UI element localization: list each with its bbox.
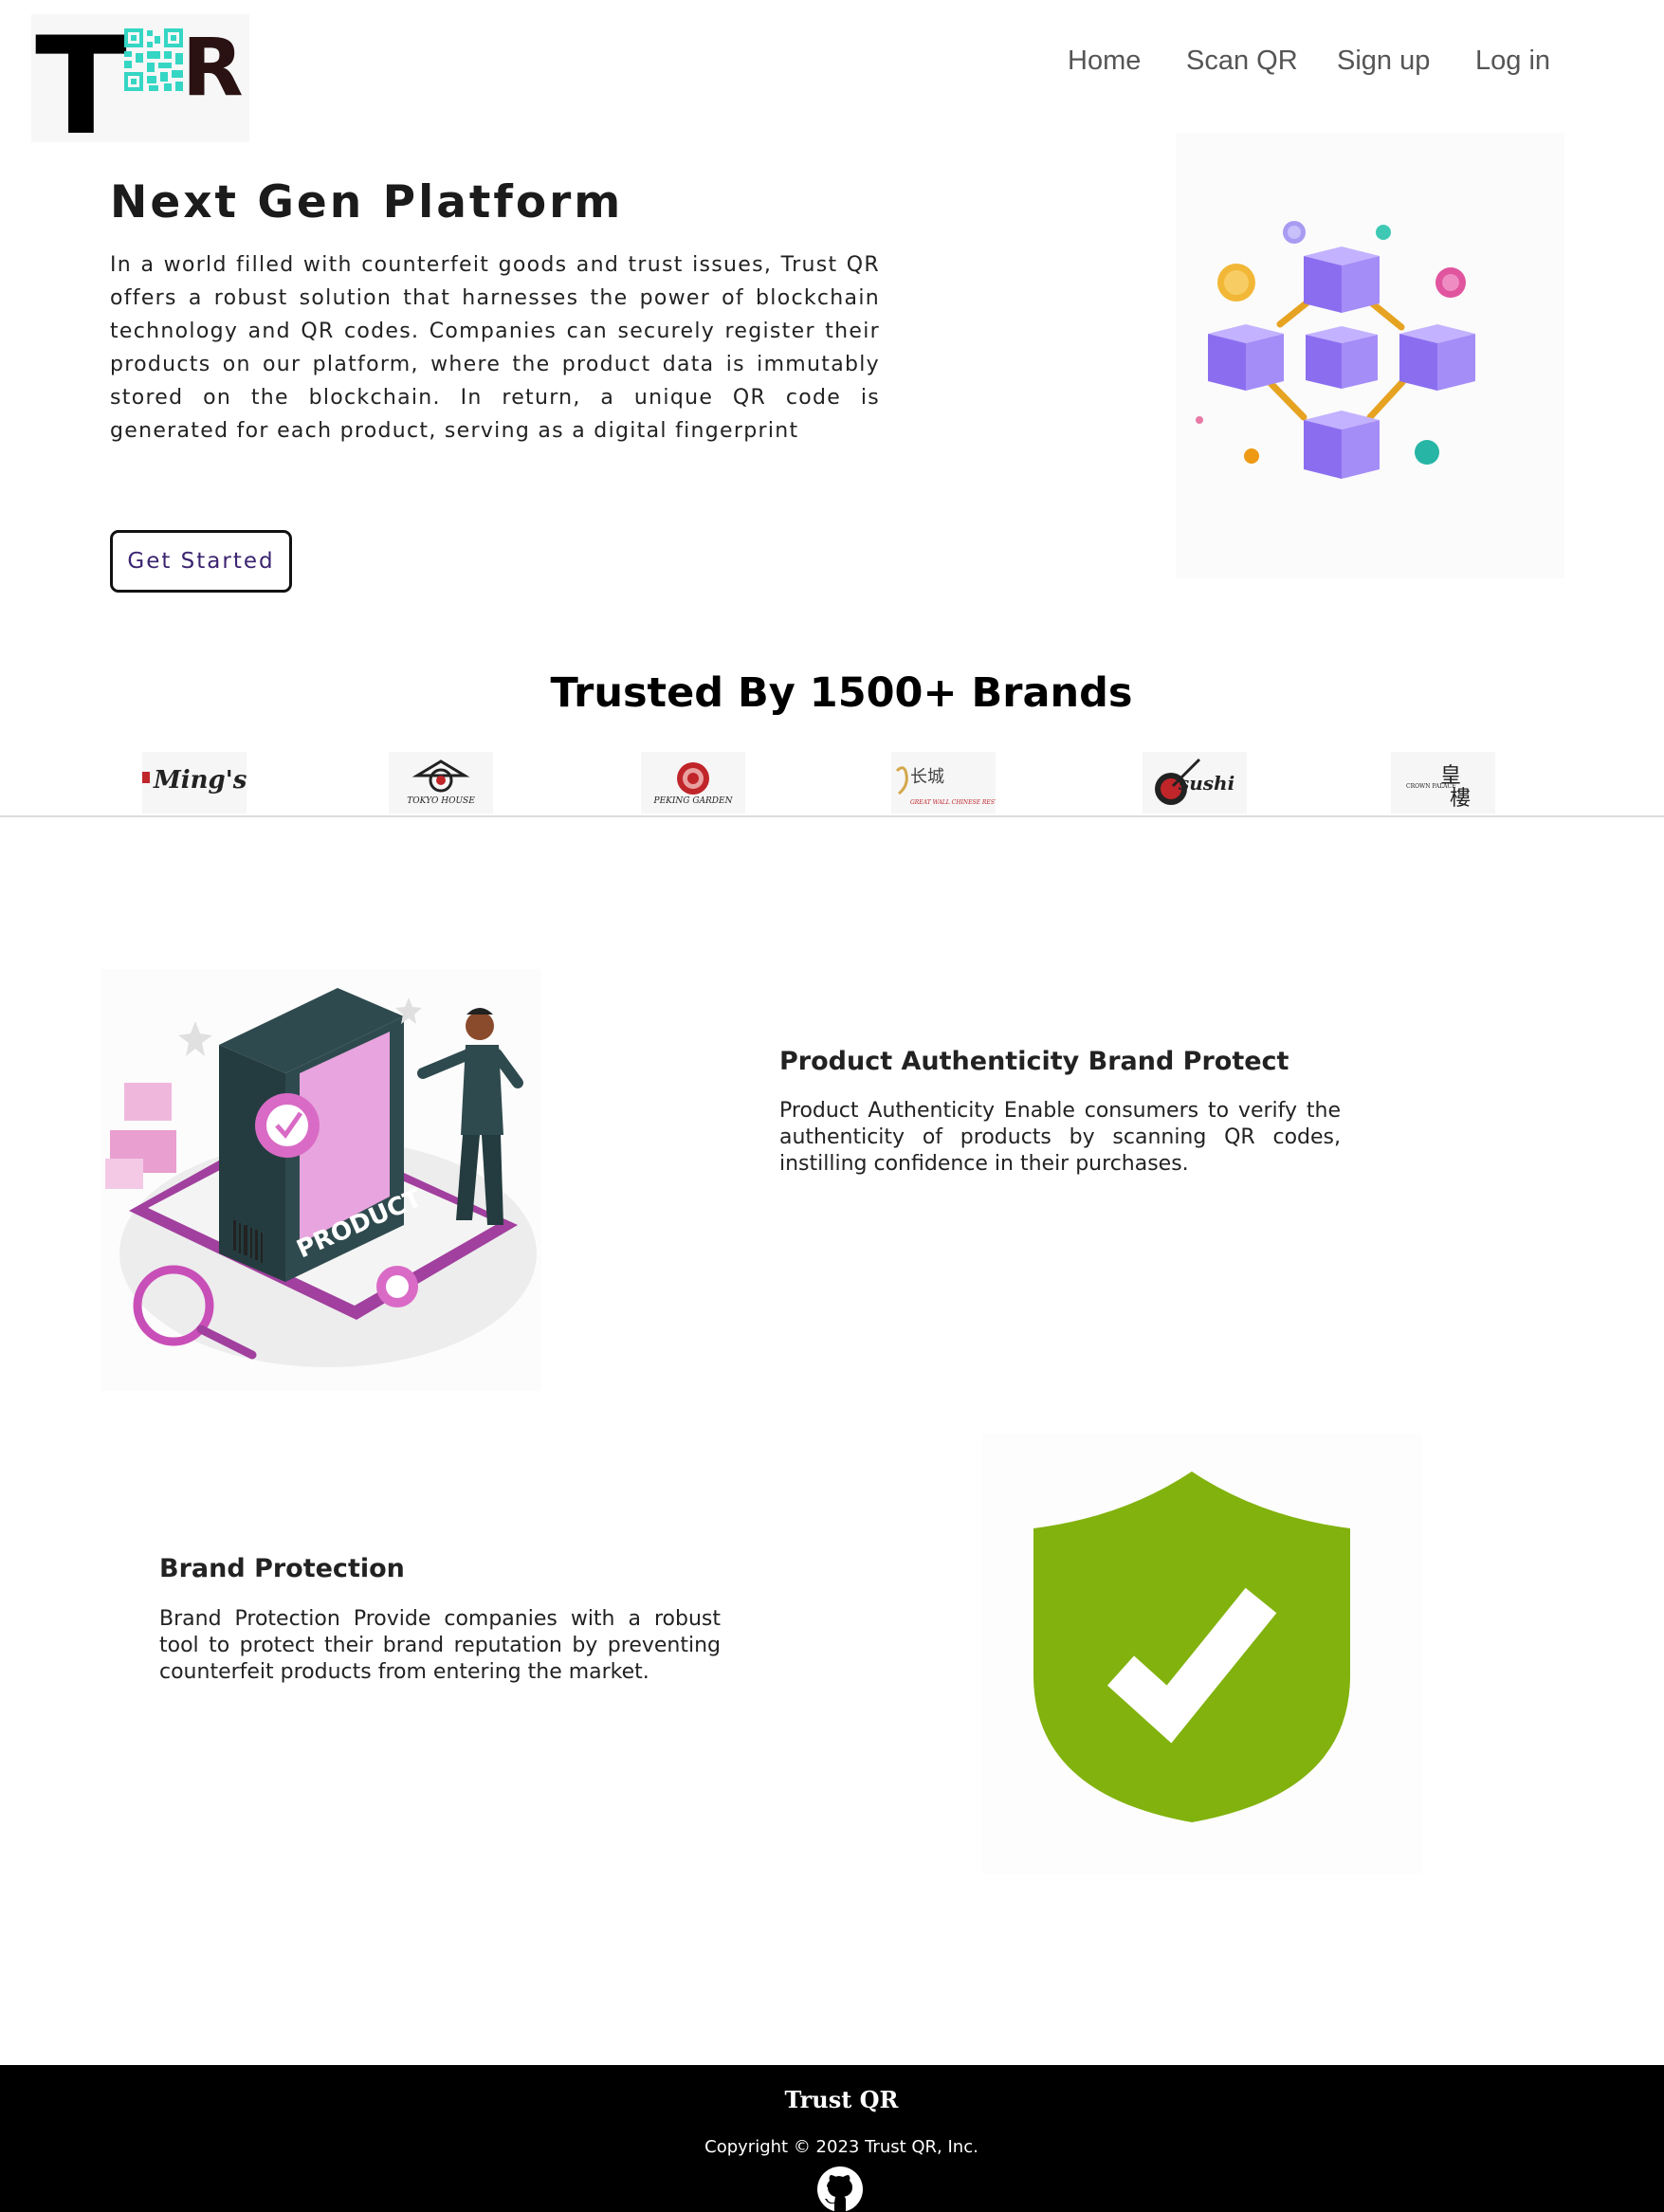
brand-name: GREAT WALL CHINESE RESTAURANT [910, 799, 996, 806]
brand-logo-peking-garden: PEKING GARDEN [641, 752, 745, 814]
nav-sign-up[interactable]: Sign up [1337, 46, 1430, 77]
svg-text:樓: 樓 [1450, 787, 1471, 811]
brand-name: CROWN PALACE [1406, 783, 1456, 790]
nav-scan-qr[interactable]: Scan QR [1186, 46, 1298, 77]
brand-logo-tokyo-house: TOKYO HOUSE [389, 752, 493, 814]
brand-logo-great-wall: 长城 GREAT WALL CHINESE RESTAURANT [891, 752, 996, 814]
product-verification-illustration: PRODUCT [101, 969, 541, 1391]
svg-text:长城: 长城 [910, 767, 944, 787]
blockchain-cubes-illustration [1176, 133, 1564, 578]
brand-name: Ming's [154, 766, 247, 795]
github-icon[interactable] [817, 2166, 863, 2212]
section-divider [0, 815, 1664, 817]
main-nav: Home Scan QR Sign up Log in [0, 46, 1664, 89]
feature-text-authenticity: Product Authenticity Enable consumers to… [779, 1099, 1341, 1176]
shield-check-icon [981, 1434, 1422, 1874]
nav-home[interactable]: Home [1068, 46, 1141, 77]
brand-name: TOKYO HOUSE [407, 796, 475, 806]
brand-name: PEKING GARDEN [653, 796, 733, 806]
trusted-title: Trusted By 1500+ Brands [550, 669, 1133, 717]
brand-logo-sushi: sushi [1143, 752, 1247, 814]
footer-brand: Trust QR [784, 2086, 899, 2113]
feature-title-brand-protection: Brand Protection [159, 1554, 405, 1583]
feature-text-brand-protection: Brand Protection Provide companies with … [159, 1607, 721, 1684]
footer-copyright: Copyright © 2023 Trust QR, Inc. [704, 2137, 978, 2157]
footer: Trust QR Copyright © 2023 Trust QR, Inc. [0, 2065, 1664, 2212]
hero-description: In a world filled with counterfeit goods… [110, 253, 880, 443]
nav-log-in[interactable]: Log in [1475, 46, 1550, 77]
brand-logo-crown-palace: 皇 樓 CROWN PALACE [1391, 752, 1495, 814]
get-started-button[interactable]: Get Started [110, 530, 292, 593]
brand-name: sushi [1179, 772, 1235, 795]
hero-title: Next Gen Platform [110, 176, 624, 229]
feature-title-authenticity: Product Authenticity Brand Protect [779, 1047, 1289, 1076]
brand-logo-mings: Ming's [142, 752, 247, 814]
